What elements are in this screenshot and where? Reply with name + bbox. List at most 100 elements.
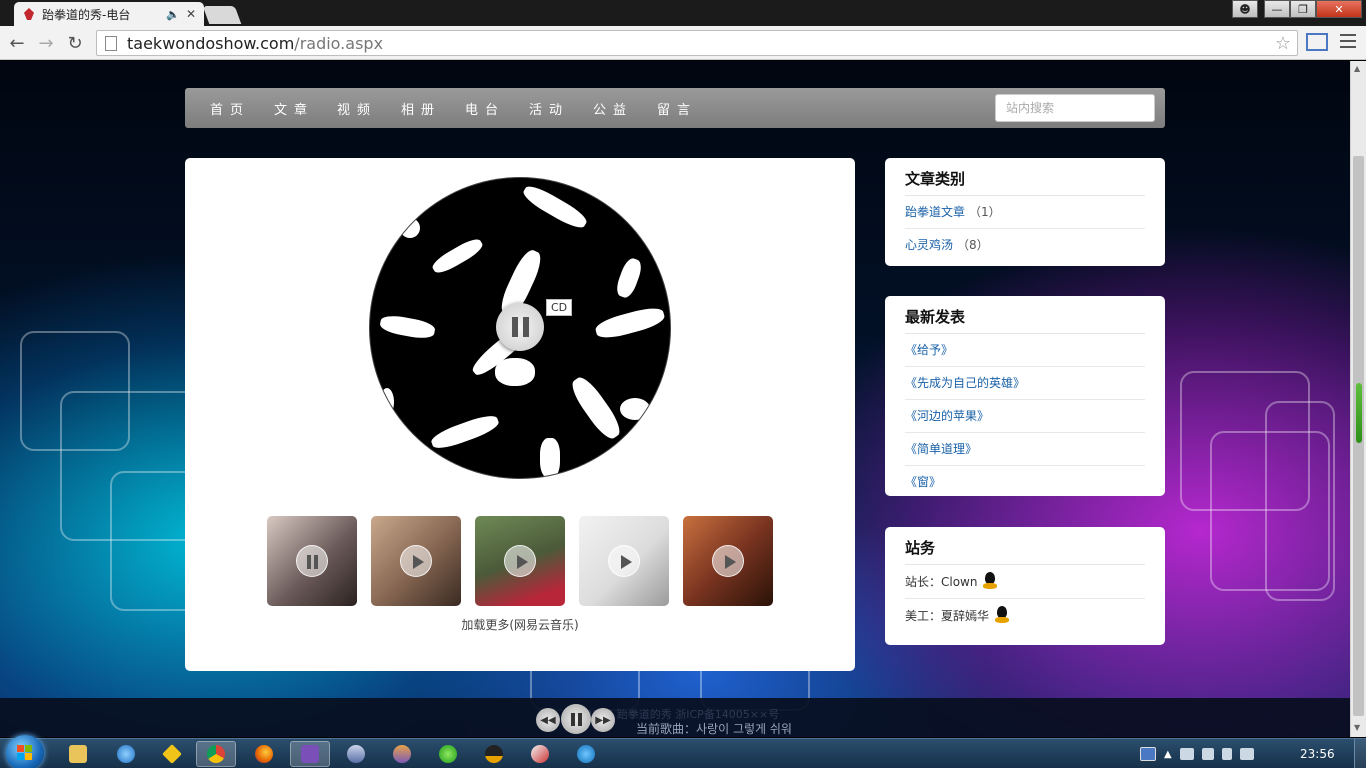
browser-toolbar: ← → ↻ taekwondoshow.com/radio.aspx ☆ <box>0 26 1366 60</box>
cast-icon[interactable] <box>1306 33 1328 51</box>
pause-icon <box>296 545 328 577</box>
album-thumbnail-1[interactable] <box>267 516 357 606</box>
playlist-thumbnails <box>267 516 773 606</box>
browser-tab-active[interactable]: 跆拳道的秀-电台 🔈 ✕ <box>14 2 204 26</box>
player-pause-button[interactable] <box>561 704 591 734</box>
app-taskbar-icon[interactable] <box>428 741 468 767</box>
scroll-indicator <box>1356 383 1362 443</box>
taskbar-clock[interactable]: 23:56 <box>1300 747 1335 761</box>
start-button[interactable] <box>6 735 44 768</box>
bookmark-star-icon[interactable]: ☆ <box>1275 33 1291 54</box>
maximize-button[interactable]: ❐ <box>1290 0 1316 18</box>
nav-item-videos[interactable]: 视频 <box>337 99 377 118</box>
reload-icon[interactable]: ↻ <box>64 32 86 54</box>
staff-label: 站长：Clown <box>905 574 978 589</box>
app-taskbar-icon[interactable] <box>336 741 376 767</box>
site-navbar: 首页 文章 视频 相册 电台 活动 公益 留言 <box>185 88 1165 128</box>
category-item[interactable]: 心灵鸡汤 （8） <box>905 229 1145 261</box>
app-taskbar-icon[interactable] <box>152 741 192 767</box>
album-thumbnail-3[interactable] <box>475 516 565 606</box>
album-thumbnail-2[interactable] <box>371 516 461 606</box>
staff-label: 美工：夏辞嫣华 <box>905 608 990 623</box>
nav-item-radio[interactable]: 电台 <box>465 99 505 118</box>
nav-item-events[interactable]: 活动 <box>529 99 569 118</box>
back-arrow-icon[interactable]: ← <box>6 32 28 54</box>
speaker-icon[interactable]: 🔈 <box>166 8 180 21</box>
play-icon <box>400 545 432 577</box>
latest-post-link[interactable]: 《简单道理》 <box>905 433 1145 466</box>
network-icon[interactable] <box>1201 748 1214 760</box>
internet-explorer-taskbar-icon[interactable] <box>106 741 146 767</box>
app-taskbar-icon[interactable] <box>382 741 422 767</box>
new-tab-button[interactable] <box>202 6 242 24</box>
music-player-bar: © 2015 跆拳道的秀 浙ICP备14005××号 ◀◀ ▶▶ 当前歌曲：사랑… <box>0 698 1350 737</box>
url-path: /radio.aspx <box>294 33 384 53</box>
staff-title: 站务 <box>905 537 1145 565</box>
nav-item-articles[interactable]: 文章 <box>274 99 314 118</box>
radio-panel: CD 加载更多(网易云音乐) <box>185 158 855 671</box>
staff-row: 美工：夏辞嫣华 <box>905 599 1145 632</box>
staff-card: 站务 站长：Clown 美工：夏辞嫣华 <box>885 527 1165 645</box>
nav-item-charity[interactable]: 公益 <box>593 99 633 118</box>
staff-row: 站长：Clown <box>905 565 1145 599</box>
qq-taskbar-icon[interactable] <box>474 741 514 767</box>
latest-post-link[interactable]: 《先成为自己的英雄》 <box>905 367 1145 400</box>
tab-close-icon[interactable]: ✕ <box>186 7 196 21</box>
categories-card: 文章类别 跆拳道文章 （1） 心灵鸡汤 （8） <box>885 158 1165 266</box>
categories-title: 文章类别 <box>905 168 1145 196</box>
category-count: （8） <box>957 238 989 252</box>
cd-pause-button[interactable] <box>496 303 544 351</box>
battery-icon[interactable] <box>1221 748 1232 760</box>
latest-posts-card: 最新发表 《给予》 《先成为自己的英雄》 《河边的苹果》 《简单道理》 《窗》 <box>885 296 1165 496</box>
qq-penguin-icon[interactable] <box>983 572 998 590</box>
page-scrollbar[interactable]: ▲ ▼ <box>1350 61 1366 737</box>
firefox-taskbar-icon[interactable] <box>244 741 284 767</box>
window-titlebar: 跆拳道的秀-电台 🔈 ✕ ☻ — ❐ ✕ <box>0 0 1366 26</box>
close-window-button[interactable]: ✕ <box>1316 0 1362 18</box>
show-desktop-button[interactable] <box>1354 739 1366 768</box>
now-playing-label: 当前歌曲： <box>636 722 697 736</box>
latest-posts-title: 最新发表 <box>905 306 1145 334</box>
scroll-up-arrow-icon[interactable]: ▲ <box>1354 64 1360 73</box>
volume-icon[interactable] <box>1239 748 1254 760</box>
scroll-down-arrow-icon[interactable]: ▼ <box>1354 723 1360 732</box>
latest-post-link[interactable]: 《窗》 <box>905 466 1145 498</box>
user-profile-icon[interactable]: ☻ <box>1232 0 1258 18</box>
app-taskbar-icon[interactable] <box>520 741 560 767</box>
url-host: taekwondoshow.com <box>127 33 295 53</box>
nav-item-home[interactable]: 首页 <box>210 99 250 118</box>
address-bar[interactable]: taekwondoshow.com/radio.aspx ☆ <box>96 30 1298 56</box>
category-label[interactable]: 心灵鸡汤 <box>905 238 953 252</box>
input-method-icon[interactable] <box>1140 747 1156 761</box>
menu-icon[interactable] <box>1340 34 1356 52</box>
next-track-icon[interactable]: ▶▶ <box>591 708 615 732</box>
tray-app-icon[interactable] <box>1179 748 1194 760</box>
explorer-taskbar-icon[interactable] <box>58 741 98 767</box>
album-thumbnail-5[interactable] <box>683 516 773 606</box>
category-item[interactable]: 跆拳道文章 （1） <box>905 196 1145 229</box>
latest-post-link[interactable]: 《给予》 <box>905 334 1145 367</box>
page-viewport: 首页 文章 视频 相册 电台 活动 公益 留言 CD <box>0 61 1350 737</box>
previous-track-icon[interactable]: ◀◀ <box>536 708 560 732</box>
nav-item-albums[interactable]: 相册 <box>401 99 441 118</box>
chrome-taskbar-icon[interactable] <box>196 741 236 767</box>
album-thumbnail-4[interactable] <box>579 516 669 606</box>
minimize-button[interactable]: — <box>1264 0 1290 18</box>
latest-post-link[interactable]: 《河边的苹果》 <box>905 400 1145 433</box>
site-favicon-icon <box>22 7 36 21</box>
site-search-input[interactable] <box>995 94 1155 122</box>
nav-item-guestbook[interactable]: 留言 <box>657 99 697 118</box>
cd-tooltip: CD <box>546 299 573 316</box>
qq-penguin-icon[interactable] <box>995 606 1010 624</box>
system-tray: ▲ <box>1140 739 1254 768</box>
forward-arrow-icon[interactable]: → <box>35 32 57 54</box>
category-label[interactable]: 跆拳道文章 <box>905 205 965 219</box>
background-decoration <box>1265 401 1335 601</box>
app-taskbar-icon[interactable] <box>566 741 606 767</box>
visual-studio-taskbar-icon[interactable] <box>290 741 330 767</box>
play-icon <box>712 545 744 577</box>
tray-expand-icon[interactable]: ▲ <box>1164 749 1172 760</box>
window-controls: ☻ — ❐ ✕ <box>1232 0 1362 18</box>
load-more-link[interactable]: 加载更多(网易云音乐) <box>185 616 855 633</box>
now-playing-song: 사랑이 그렇게 쉬워 <box>696 722 792 736</box>
